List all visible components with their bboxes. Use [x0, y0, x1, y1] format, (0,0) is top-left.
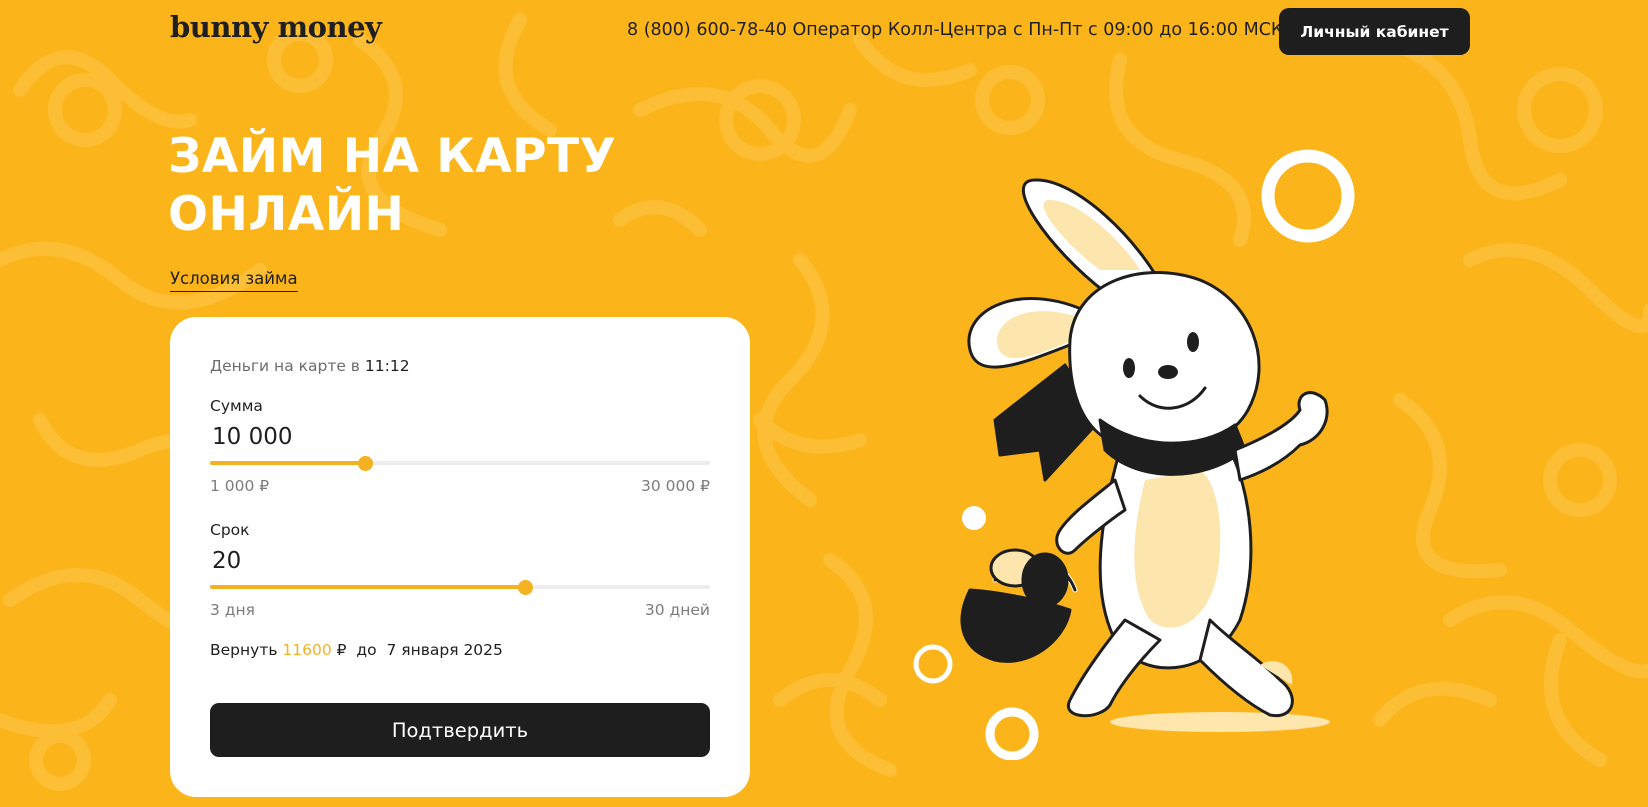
term-value-input[interactable]: 20: [212, 548, 241, 574]
loan-calculator-card: Деньги на карте в 11:12 Сумма 10 000 1 0…: [170, 317, 750, 797]
term-label: Срок: [210, 521, 250, 539]
term-max-label: 30 дней: [644, 601, 710, 619]
hero-title-line1: ЗАЙМ НА КАРТУ: [168, 129, 617, 184]
term-min-label: 3 дня: [210, 601, 255, 619]
amount-min-label: 1 000 ₽: [210, 477, 270, 495]
delivery-info: Деньги на карте в 11:12: [210, 357, 410, 375]
term-slider[interactable]: [210, 579, 710, 595]
term-slider-fill: [210, 585, 525, 589]
amount-max-label: 30 000 ₽: [640, 477, 710, 495]
amount-slider-fill: [210, 461, 365, 465]
hotline-info: 8 (800) 600-78-40 Оператор Колл-Центра с…: [627, 20, 1284, 40]
bunny-illustration: [913, 149, 1355, 760]
repay-currency: ₽: [336, 641, 347, 659]
repay-until: до: [356, 641, 377, 659]
term-slider-thumb[interactable]: [517, 579, 533, 595]
repay-summary: Вернуть 11600 ₽ до 7 января 2025: [210, 641, 503, 659]
confirm-button[interactable]: Подтвердить: [210, 703, 710, 757]
decor-ring-large: [1261, 149, 1355, 243]
personal-cabinet-button[interactable]: Личный кабинет: [1279, 8, 1470, 55]
amount-label: Сумма: [210, 397, 263, 415]
loan-terms-link[interactable]: Условия займа: [170, 269, 298, 292]
hero-title-line2: ОНЛАЙН: [168, 187, 405, 242]
repay-date: 7 января 2025: [386, 641, 503, 659]
repay-amount: 11600: [282, 641, 332, 659]
delivery-time: 11:12: [364, 357, 410, 375]
brand-logo[interactable]: bunny money: [170, 10, 382, 44]
amount-slider[interactable]: [210, 455, 710, 471]
repay-prefix: Вернуть: [210, 641, 278, 659]
delivery-prefix: Деньги на карте в: [210, 357, 360, 375]
hero-title: ЗАЙМ НА КАРТУ ОНЛАЙН: [168, 128, 616, 244]
amount-slider-thumb[interactable]: [357, 455, 373, 471]
amount-value-input[interactable]: 10 000: [212, 424, 292, 450]
